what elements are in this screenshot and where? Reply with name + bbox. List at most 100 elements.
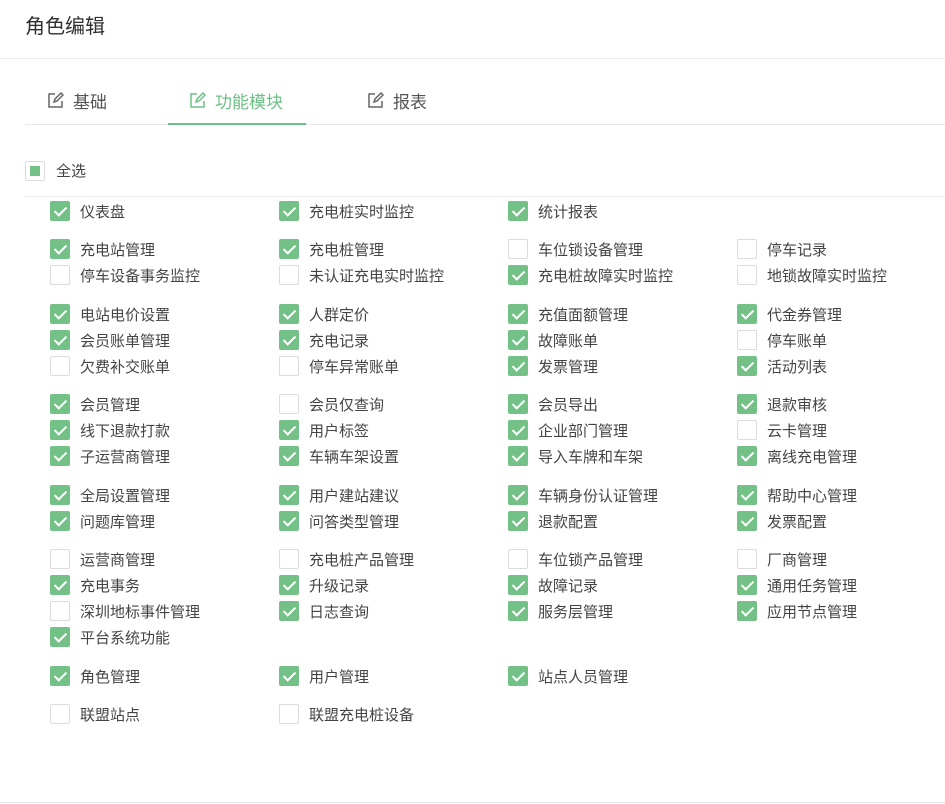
tab-reports[interactable]: 报表 [366,76,427,125]
permission-checkbox[interactable] [279,575,299,595]
permission-checkbox[interactable] [50,304,70,324]
permission-checkbox[interactable] [508,356,528,376]
permission-item[interactable]: 全局设置管理 [50,484,170,506]
permission-item[interactable]: 充电站管理 [50,238,155,260]
permission-checkbox[interactable] [279,356,299,376]
permission-checkbox[interactable] [50,549,70,569]
permission-item[interactable]: 平台系统功能 [50,626,170,648]
permission-checkbox[interactable] [737,394,757,414]
permission-checkbox[interactable] [737,549,757,569]
permission-checkbox[interactable] [279,330,299,350]
permission-item[interactable]: 问答类型管理 [279,510,399,532]
permission-item[interactable]: 用户管理 [279,665,369,687]
permission-checkbox[interactable] [279,704,299,724]
permission-checkbox[interactable] [50,704,70,724]
permission-item[interactable]: 充电记录 [279,329,369,351]
permission-item[interactable]: 充电桩管理 [279,238,384,260]
permission-item[interactable]: 日志查询 [279,600,369,622]
permission-checkbox[interactable] [50,511,70,531]
tab-function-modules[interactable]: 功能模块 [188,76,283,125]
permission-item[interactable]: 问题库管理 [50,510,155,532]
permission-checkbox[interactable] [508,666,528,686]
permission-item[interactable]: 会员导出 [508,393,598,415]
permission-item[interactable]: 未认证充电实时监控 [279,264,444,286]
permission-item[interactable]: 退款审核 [737,393,827,415]
permission-checkbox[interactable] [279,265,299,285]
permission-item[interactable]: 车位锁产品管理 [508,548,643,570]
permission-checkbox[interactable] [508,511,528,531]
permission-checkbox[interactable] [737,239,757,259]
permission-checkbox[interactable] [50,394,70,414]
permission-item[interactable]: 通用任务管理 [737,574,857,596]
permission-checkbox[interactable] [50,330,70,350]
permission-item[interactable]: 用户建站建议 [279,484,399,506]
permission-checkbox[interactable] [50,485,70,505]
permission-checkbox[interactable] [737,356,757,376]
permission-checkbox[interactable] [50,446,70,466]
permission-checkbox[interactable] [737,575,757,595]
permission-item[interactable]: 统计报表 [508,200,598,222]
permission-item[interactable]: 发票配置 [737,510,827,532]
permission-checkbox[interactable] [50,627,70,647]
permission-item[interactable]: 线下退款打款 [50,419,170,441]
permission-item[interactable]: 联盟充电桩设备 [279,703,414,725]
permission-item[interactable]: 车辆车架设置 [279,445,399,467]
permission-item[interactable]: 会员管理 [50,393,140,415]
permission-checkbox[interactable] [737,420,757,440]
permission-checkbox[interactable] [508,420,528,440]
permission-checkbox[interactable] [279,420,299,440]
permission-checkbox[interactable] [50,601,70,621]
permission-item[interactable]: 充电事务 [50,574,140,596]
permission-checkbox[interactable] [279,666,299,686]
permission-item[interactable]: 仪表盘 [50,200,125,222]
permission-item[interactable]: 厂商管理 [737,548,827,570]
permission-item[interactable]: 企业部门管理 [508,419,628,441]
permission-item[interactable]: 电站电价设置 [50,303,170,325]
permission-item[interactable]: 充电桩产品管理 [279,548,414,570]
permission-checkbox[interactable] [737,601,757,621]
permission-checkbox[interactable] [508,239,528,259]
permission-checkbox[interactable] [737,330,757,350]
permission-checkbox[interactable] [508,394,528,414]
permission-item[interactable]: 角色管理 [50,665,140,687]
permission-item[interactable]: 充电桩实时监控 [279,200,414,222]
permission-item[interactable]: 导入车牌和车架 [508,445,643,467]
permission-item[interactable]: 活动列表 [737,355,827,377]
permission-item[interactable]: 发票管理 [508,355,598,377]
permission-item[interactable]: 地锁故障实时监控 [737,264,887,286]
permission-item[interactable]: 停车账单 [737,329,827,351]
permission-item[interactable]: 充值面额管理 [508,303,628,325]
permission-checkbox[interactable] [737,304,757,324]
permission-item[interactable]: 帮助中心管理 [737,484,857,506]
permission-item[interactable]: 站点人员管理 [508,665,628,687]
permission-checkbox[interactable] [508,549,528,569]
tab-basic[interactable]: 基础 [46,76,107,125]
permission-checkbox[interactable] [737,511,757,531]
permission-checkbox[interactable] [50,265,70,285]
permission-checkbox[interactable] [508,575,528,595]
permission-item[interactable]: 故障账单 [508,329,598,351]
permission-item[interactable]: 会员账单管理 [50,329,170,351]
permission-checkbox[interactable] [279,549,299,569]
permission-item[interactable]: 停车异常账单 [279,355,399,377]
permission-item[interactable]: 故障记录 [508,574,598,596]
permission-item[interactable]: 车辆身份认证管理 [508,484,658,506]
permission-checkbox[interactable] [508,201,528,221]
permission-checkbox[interactable] [279,239,299,259]
permission-item[interactable]: 代金券管理 [737,303,842,325]
permission-item[interactable]: 子运营商管理 [50,445,170,467]
permission-item[interactable]: 用户标签 [279,419,369,441]
select-all[interactable]: 全选 [25,160,86,181]
permission-checkbox[interactable] [737,485,757,505]
permission-checkbox[interactable] [50,239,70,259]
permission-item[interactable]: 离线充电管理 [737,445,857,467]
permission-checkbox[interactable] [279,511,299,531]
permission-checkbox[interactable] [50,356,70,376]
permission-checkbox[interactable] [279,446,299,466]
permission-checkbox[interactable] [508,330,528,350]
permission-item[interactable]: 欠费补交账单 [50,355,170,377]
permission-item[interactable]: 深圳地标事件管理 [50,600,200,622]
permission-item[interactable]: 联盟站点 [50,703,140,725]
permission-checkbox[interactable] [508,485,528,505]
permission-checkbox[interactable] [50,666,70,686]
